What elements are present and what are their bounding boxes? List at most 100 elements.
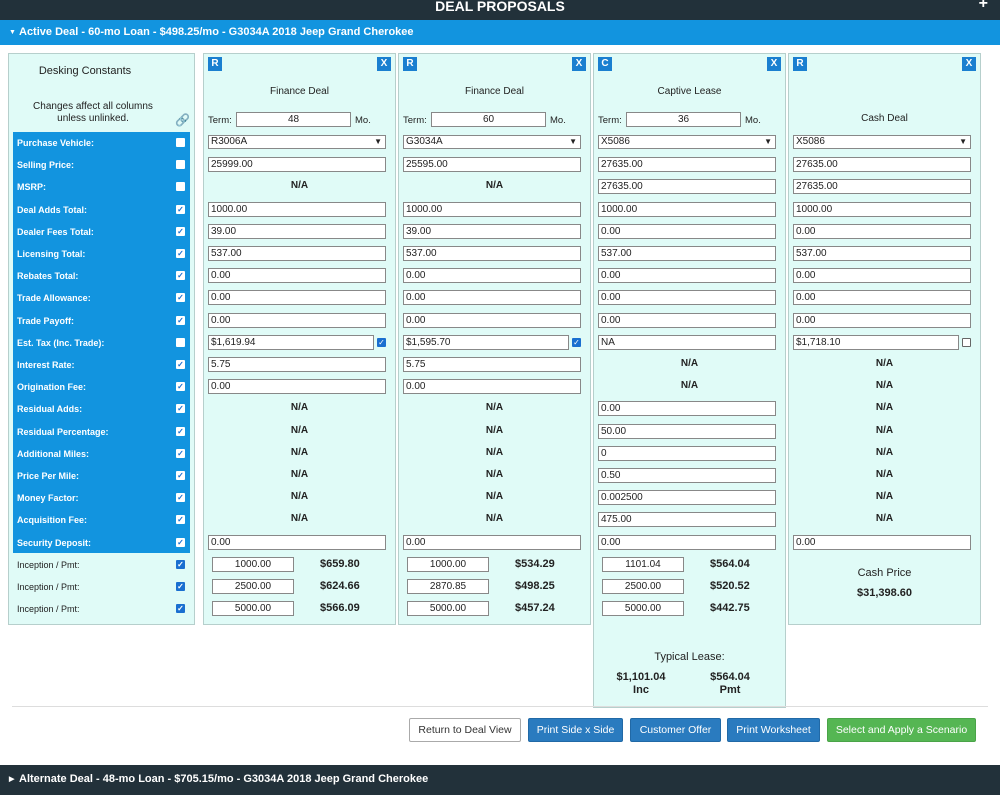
alternate-deal-bar[interactable]: ▶ Alternate Deal - 48-mo Loan - $705.15/m… <box>0 765 1000 795</box>
field-input[interactable]: 0.00 <box>598 224 776 239</box>
field-input[interactable]: 39.00 <box>403 224 581 239</box>
constant-link-checkbox[interactable]: ✓ <box>176 360 185 369</box>
select-and-apply-scenario-button[interactable]: Select and Apply a Scenario <box>827 718 976 742</box>
field-input[interactable]: 5.75 <box>208 357 386 372</box>
constant-link-checkbox[interactable]: ✓ <box>176 316 185 325</box>
field-input[interactable]: 50.00 <box>598 424 776 439</box>
link-icon[interactable]: 🔗 <box>175 113 190 127</box>
inception-amount-input[interactable]: 1101.04 <box>602 557 684 572</box>
field-input[interactable]: 0.00 <box>208 535 386 550</box>
field-input[interactable]: 0.00 <box>793 290 971 305</box>
field-input[interactable]: 0.00 <box>403 268 581 283</box>
field-input[interactable]: 537.00 <box>793 246 971 261</box>
constant-link-checkbox[interactable]: ✓ <box>176 427 185 436</box>
vehicle-select[interactable]: R3006A ▼ <box>208 135 386 149</box>
constant-link-checkbox[interactable]: ✓ <box>176 449 185 458</box>
inception-amount-input[interactable]: 1000.00 <box>407 557 489 572</box>
constant-link-checkbox[interactable]: ✓ <box>176 227 185 236</box>
field-input[interactable]: 0.00 <box>403 379 581 394</box>
inception-checkbox[interactable]: ✓ <box>176 560 185 569</box>
field-input[interactable]: 537.00 <box>598 246 776 261</box>
field-input[interactable]: 1000.00 <box>208 202 386 217</box>
inception-amount-input[interactable]: 2870.85 <box>407 579 489 594</box>
customer-offer-button[interactable]: Customer Offer <box>630 718 721 742</box>
constant-link-checkbox[interactable]: ✓ <box>176 471 185 480</box>
field-input[interactable]: 25595.00 <box>403 157 581 172</box>
close-icon[interactable]: X <box>572 57 586 71</box>
active-deal-bar[interactable]: ▼ Active Deal - 60-mo Loan - $498.25/mo -… <box>0 20 1000 45</box>
field-input[interactable]: 27635.00 <box>598 157 776 172</box>
field-input[interactable]: 0.00 <box>208 290 386 305</box>
field-input[interactable]: 0.00 <box>403 290 581 305</box>
field-input[interactable]: 1000.00 <box>403 202 581 217</box>
field-input[interactable]: 1000.00 <box>598 202 776 217</box>
inception-amount-input[interactable]: 5000.00 <box>212 601 294 616</box>
field-input[interactable]: 0.00 <box>793 268 971 283</box>
field-input[interactable]: 0.00 <box>208 379 386 394</box>
field-input[interactable]: 0.00 <box>598 313 776 328</box>
field-input[interactable]: $1,595.70 <box>403 335 569 350</box>
field-input[interactable]: 0.00 <box>598 401 776 416</box>
constant-link-checkbox[interactable]: ✓ <box>176 538 185 547</box>
print-worksheet-button[interactable]: Print Worksheet <box>727 718 820 742</box>
inception-amount-input[interactable]: 2500.00 <box>602 579 684 594</box>
field-input[interactable]: $1,619.94 <box>208 335 374 350</box>
field-input[interactable]: 5.75 <box>403 357 581 372</box>
close-icon[interactable]: X <box>377 57 391 71</box>
field-input[interactable]: 0.00 <box>208 268 386 283</box>
constant-link-checkbox[interactable]: ✓ <box>176 271 185 280</box>
close-icon[interactable]: X <box>767 57 781 71</box>
tax-override-checkbox[interactable]: ✓ <box>377 338 386 347</box>
term-input[interactable]: 48 <box>236 112 351 127</box>
field-input[interactable]: 1000.00 <box>793 202 971 217</box>
close-icon[interactable]: X <box>962 57 976 71</box>
vehicle-select[interactable]: G3034A ▼ <box>403 135 581 149</box>
inception-amount-input[interactable]: 2500.00 <box>212 579 294 594</box>
inception-amount-input[interactable]: 5000.00 <box>602 601 684 616</box>
field-input[interactable]: 0.00 <box>208 313 386 328</box>
field-input[interactable]: 27635.00 <box>793 157 971 172</box>
field-input[interactable]: NA <box>598 335 776 350</box>
field-input[interactable]: 0.002500 <box>598 490 776 505</box>
constant-link-checkbox[interactable] <box>176 182 185 191</box>
field-input[interactable]: 0.00 <box>403 313 581 328</box>
constant-link-checkbox[interactable] <box>176 338 185 347</box>
vehicle-select[interactable]: X5086 ▼ <box>598 135 776 149</box>
field-input[interactable]: 0.00 <box>793 313 971 328</box>
field-input[interactable]: 475.00 <box>598 512 776 527</box>
constant-link-checkbox[interactable]: ✓ <box>176 404 185 413</box>
field-input[interactable]: 0.00 <box>598 535 776 550</box>
constant-link-checkbox[interactable]: ✓ <box>176 515 185 524</box>
print-side-by-side-button[interactable]: Print Side x Side <box>528 718 623 742</box>
inception-amount-input[interactable]: 1000.00 <box>212 557 294 572</box>
tax-override-checkbox[interactable]: ✓ <box>572 338 581 347</box>
field-input[interactable]: 0.00 <box>598 290 776 305</box>
constant-link-checkbox[interactable] <box>176 138 185 147</box>
term-input[interactable]: 36 <box>626 112 741 127</box>
return-to-deal-view-button[interactable]: Return to Deal View <box>409 718 521 742</box>
field-input[interactable]: 537.00 <box>403 246 581 261</box>
field-input[interactable]: $1,718.10 <box>793 335 959 350</box>
constant-link-checkbox[interactable]: ✓ <box>176 493 185 502</box>
inception-amount-input[interactable]: 5000.00 <box>407 601 489 616</box>
constant-link-checkbox[interactable] <box>176 160 185 169</box>
field-input[interactable]: 0.00 <box>793 535 971 550</box>
field-input[interactable]: 0.50 <box>598 468 776 483</box>
inception-checkbox[interactable]: ✓ <box>176 604 185 613</box>
field-input[interactable]: 27635.00 <box>598 179 776 194</box>
constant-link-checkbox[interactable]: ✓ <box>176 382 185 391</box>
field-input[interactable]: 27635.00 <box>793 179 971 194</box>
constant-link-checkbox[interactable]: ✓ <box>176 249 185 258</box>
field-input[interactable]: 0.00 <box>793 224 971 239</box>
constant-link-checkbox[interactable]: ✓ <box>176 293 185 302</box>
inception-checkbox[interactable]: ✓ <box>176 582 185 591</box>
field-input[interactable]: 0 <box>598 446 776 461</box>
constant-link-checkbox[interactable]: ✓ <box>176 205 185 214</box>
field-input[interactable]: 0.00 <box>403 535 581 550</box>
field-input[interactable]: 537.00 <box>208 246 386 261</box>
field-input[interactable]: 25999.00 <box>208 157 386 172</box>
tax-override-checkbox[interactable] <box>962 338 971 347</box>
field-input[interactable]: 0.00 <box>598 268 776 283</box>
vehicle-select[interactable]: X5086 ▼ <box>793 135 971 149</box>
term-input[interactable]: 60 <box>431 112 546 127</box>
